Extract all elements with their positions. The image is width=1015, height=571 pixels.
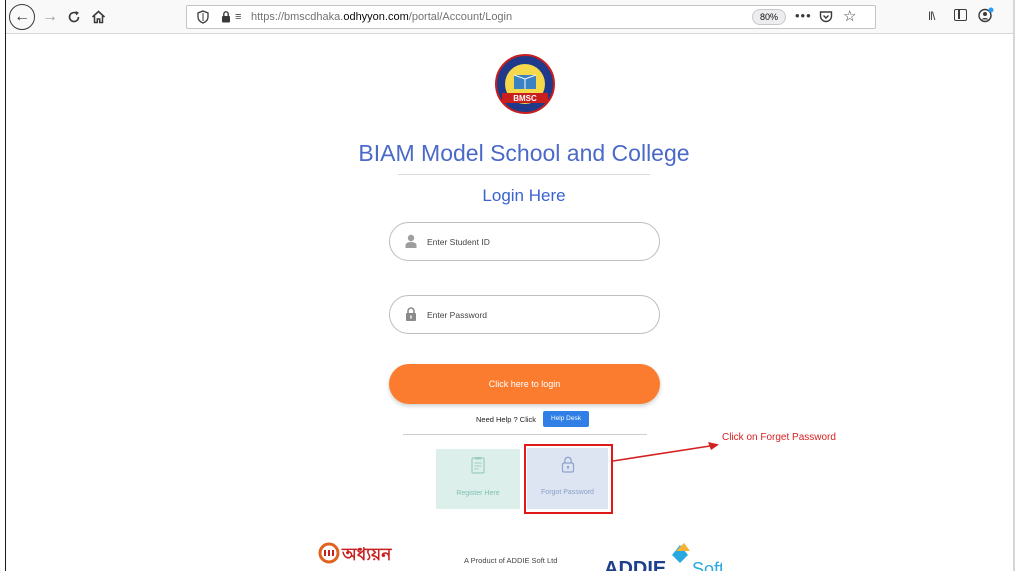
shield-icon[interactable] bbox=[197, 10, 209, 24]
browser-toolbar: ← → ≡ https://bmscdhaka.odhyyon.com/port… bbox=[6, 0, 1013, 34]
annotation-text: Click on Forget Password bbox=[722, 432, 836, 443]
password-field[interactable] bbox=[389, 295, 660, 334]
svg-text:Soft: Soft bbox=[692, 559, 722, 571]
help-divider bbox=[403, 434, 647, 435]
url-text[interactable]: https://bmscdhaka.odhyyon.com/portal/Acc… bbox=[251, 11, 512, 23]
pocket-icon[interactable] bbox=[819, 10, 833, 24]
account-icon[interactable] bbox=[978, 7, 994, 23]
bookmark-star-icon[interactable]: ☆ bbox=[843, 7, 856, 25]
odhyyon-logo: অধ্যয়ন bbox=[318, 542, 392, 565]
home-icon[interactable] bbox=[86, 5, 110, 29]
school-title: BIAM Model School and College bbox=[358, 140, 690, 166]
window-left-edge bbox=[0, 0, 6, 571]
zoom-badge[interactable]: 80% bbox=[752, 9, 786, 25]
sidebar-icon[interactable] bbox=[954, 9, 967, 21]
annotation-arrow bbox=[612, 442, 719, 462]
password-input[interactable] bbox=[427, 305, 647, 325]
lock-icon[interactable] bbox=[221, 10, 231, 23]
title-divider bbox=[398, 174, 650, 175]
login-heading: Login Here bbox=[482, 186, 566, 205]
register-tile[interactable]: Register Here bbox=[436, 449, 520, 509]
need-help-text: Need Help ? Click bbox=[476, 415, 537, 424]
login-button[interactable]: Click here to login bbox=[389, 364, 660, 404]
reload-icon[interactable] bbox=[62, 5, 86, 29]
help-desk-button[interactable]: Help Desk bbox=[543, 411, 589, 427]
permissions-icon[interactable]: ≡ bbox=[235, 11, 241, 23]
annotation-highlight-box bbox=[524, 444, 613, 514]
register-icon bbox=[471, 457, 485, 474]
forward-icon[interactable]: → bbox=[38, 5, 62, 29]
addie-soft-logo: ADDIE Soft bbox=[604, 543, 722, 571]
url-bar[interactable]: ≡ https://bmscdhaka.odhyyon.com/portal/A… bbox=[186, 5, 876, 29]
student-id-input[interactable] bbox=[427, 232, 647, 252]
footer-product-text: A Product of ADDIE Soft Ltd bbox=[464, 556, 558, 565]
library-icon[interactable]: ‖\ bbox=[928, 9, 935, 23]
password-lock-icon bbox=[406, 307, 416, 321]
register-label: Register Here bbox=[456, 490, 500, 497]
user-icon bbox=[405, 234, 417, 248]
school-logo: BMSC bbox=[495, 54, 555, 114]
svg-text:ADDIE: ADDIE bbox=[604, 558, 666, 571]
page-actions-icon[interactable]: ••• bbox=[795, 8, 812, 23]
svg-text:অধ্যয়ন: অধ্যয়ন bbox=[341, 545, 392, 565]
svg-text:BMSC: BMSC bbox=[513, 94, 537, 103]
student-id-field[interactable] bbox=[389, 222, 660, 261]
back-icon[interactable]: ← bbox=[9, 4, 35, 30]
